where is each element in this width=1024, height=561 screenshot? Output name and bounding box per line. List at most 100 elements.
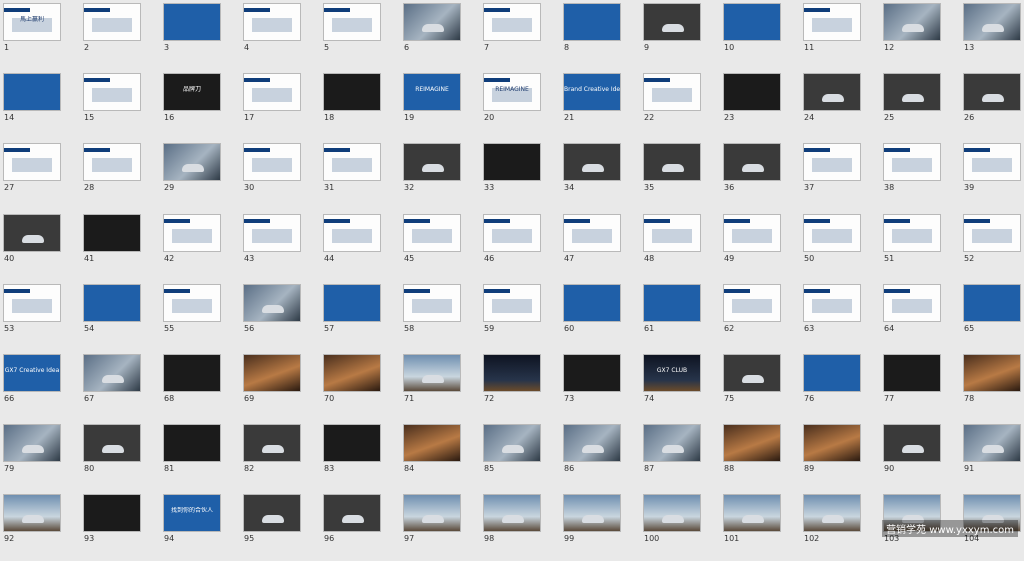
slide-thumbnail-image[interactable] — [483, 424, 541, 463]
slide-thumbnail-item[interactable]: 93 — [80, 491, 160, 561]
slide-thumbnail-image[interactable] — [403, 354, 461, 392]
slide-thumbnail-item[interactable]: 58 — [400, 281, 480, 351]
slide-thumbnail-item[interactable]: 18 — [320, 70, 400, 140]
slide-thumbnail-image[interactable]: Brand Creative Idea — [563, 73, 621, 112]
slide-thumbnail-item[interactable]: 78 — [960, 351, 1024, 421]
slide-thumbnail-item[interactable]: Brand Creative Idea 21 — [560, 70, 640, 140]
slide-thumbnail-image[interactable]: GX7 CLUB — [643, 354, 701, 392]
slide-thumbnail-image[interactable] — [563, 3, 621, 41]
slide-thumbnail-image[interactable] — [403, 494, 461, 533]
slide-thumbnail-image[interactable] — [963, 73, 1021, 112]
slide-thumbnail-item[interactable]: 17 — [240, 70, 320, 140]
slide-thumbnail-item[interactable]: 91 — [960, 421, 1024, 491]
slide-thumbnail-image[interactable] — [723, 494, 781, 533]
slide-thumbnail-item[interactable]: 42 — [160, 211, 240, 281]
slide-thumbnail-image[interactable] — [243, 3, 301, 41]
slide-thumbnail-item[interactable]: 12 — [880, 0, 960, 70]
slide-thumbnail-item[interactable]: 找到你的合伙人 94 — [160, 491, 240, 561]
slide-thumbnail-item[interactable]: 100 — [640, 491, 720, 561]
slide-thumbnail-image[interactable] — [323, 213, 381, 252]
slide-thumbnail-image[interactable] — [83, 3, 141, 41]
slide-thumbnail-item[interactable]: 72 — [480, 351, 560, 421]
slide-thumbnail-item[interactable]: 33 — [480, 140, 560, 210]
slide-thumbnail-item[interactable]: 15 — [80, 70, 160, 140]
slide-thumbnail-item[interactable]: 52 — [960, 211, 1024, 281]
slide-thumbnail-image[interactable] — [883, 283, 941, 322]
slide-thumbnail-image[interactable] — [883, 213, 941, 252]
slide-thumbnail-image[interactable] — [803, 73, 861, 112]
slide-thumbnail-item[interactable]: 92 — [0, 491, 80, 561]
slide-thumbnail-item[interactable]: 31 — [320, 140, 400, 210]
slide-thumbnail-item[interactable]: 57 — [320, 281, 400, 351]
slide-thumbnail-item[interactable]: 75 — [720, 351, 800, 421]
slide-thumbnail-item[interactable]: 23 — [720, 70, 800, 140]
slide-thumbnail-item[interactable]: 56 — [240, 281, 320, 351]
slide-thumbnail-item[interactable]: 81 — [160, 421, 240, 491]
slide-thumbnail-item[interactable]: 41 — [80, 211, 160, 281]
slide-thumbnail-image[interactable] — [483, 3, 541, 41]
slide-thumbnail-item[interactable]: 7 — [480, 0, 560, 70]
slide-thumbnail-item[interactable]: 馬上赢利 1 — [0, 0, 80, 70]
slide-thumbnail-image[interactable] — [3, 494, 61, 533]
slide-thumbnail-item[interactable]: 55 — [160, 281, 240, 351]
slide-thumbnail-item[interactable]: 87 — [640, 421, 720, 491]
slide-thumbnail-image[interactable] — [403, 143, 461, 182]
slide-thumbnail-item[interactable]: 71 — [400, 351, 480, 421]
slide-thumbnail-item[interactable]: 68 — [160, 351, 240, 421]
slide-thumbnail-image[interactable] — [563, 354, 621, 392]
slide-thumbnail-item[interactable]: 2 — [80, 0, 160, 70]
slide-thumbnail-item[interactable]: 26 — [960, 70, 1024, 140]
slide-thumbnail-image[interactable] — [483, 494, 541, 533]
slide-thumbnail-image[interactable] — [243, 143, 301, 182]
slide-thumbnail-item[interactable]: 29 — [160, 140, 240, 210]
slide-thumbnail-item[interactable]: 9 — [640, 0, 720, 70]
slide-thumbnail-image[interactable] — [83, 354, 141, 392]
slide-thumbnail-item[interactable]: REIMAGINE 19 — [400, 70, 480, 140]
slide-thumbnail-item[interactable]: 69 — [240, 351, 320, 421]
slide-thumbnail-item[interactable]: 品牌刀 16 — [160, 70, 240, 140]
slide-thumbnail-item[interactable]: 65 — [960, 281, 1024, 351]
slide-thumbnail-image[interactable] — [803, 283, 861, 322]
slide-thumbnail-image[interactable] — [963, 354, 1021, 392]
slide-thumbnail-image[interactable] — [3, 73, 61, 112]
slide-thumbnail-item[interactable]: 48 — [640, 211, 720, 281]
slide-thumbnail-item[interactable]: 70 — [320, 351, 400, 421]
slide-thumbnail-image[interactable] — [3, 424, 61, 463]
slide-thumbnail-image[interactable] — [403, 3, 461, 41]
slide-thumbnail-item[interactable]: 85 — [480, 421, 560, 491]
slide-thumbnail-image[interactable] — [883, 424, 941, 463]
slide-thumbnail-image[interactable] — [83, 73, 141, 112]
slide-thumbnail-item[interactable]: 51 — [880, 211, 960, 281]
slide-thumbnail-item[interactable]: 99 — [560, 491, 640, 561]
slide-thumbnail-image[interactable] — [963, 424, 1021, 463]
slide-thumbnail-image[interactable] — [83, 213, 141, 252]
slide-thumbnail-item[interactable]: 82 — [240, 421, 320, 491]
slide-thumbnail-item[interactable]: 90 — [880, 421, 960, 491]
slide-thumbnail-item[interactable]: 36 — [720, 140, 800, 210]
slide-thumbnail-item[interactable]: 6 — [400, 0, 480, 70]
slide-thumbnail-item[interactable]: 79 — [0, 421, 80, 491]
slide-thumbnail-image[interactable] — [163, 213, 221, 252]
slide-thumbnail-item[interactable]: 28 — [80, 140, 160, 210]
slide-thumbnail-item[interactable]: 83 — [320, 421, 400, 491]
slide-thumbnail-image[interactable] — [963, 3, 1021, 41]
slide-thumbnail-image[interactable] — [403, 213, 461, 252]
slide-thumbnail-item[interactable]: 88 — [720, 421, 800, 491]
slide-thumbnail-item[interactable]: 80 — [80, 421, 160, 491]
slide-thumbnail-item[interactable]: 84 — [400, 421, 480, 491]
slide-thumbnail-image[interactable] — [563, 424, 621, 463]
slide-thumbnail-image[interactable] — [723, 213, 781, 252]
slide-thumbnail-image[interactable] — [323, 73, 381, 112]
slide-thumbnail-image[interactable] — [803, 354, 861, 392]
slide-thumbnail-item[interactable]: 10 — [720, 0, 800, 70]
slide-thumbnail-image[interactable] — [643, 283, 701, 322]
slide-thumbnail-item[interactable]: 49 — [720, 211, 800, 281]
slide-thumbnail-item[interactable]: 37 — [800, 140, 880, 210]
slide-thumbnail-image[interactable] — [243, 73, 301, 112]
slide-thumbnail-image[interactable] — [883, 143, 941, 182]
slide-thumbnail-item[interactable]: 25 — [880, 70, 960, 140]
slide-thumbnail-item[interactable]: 5 — [320, 0, 400, 70]
slide-thumbnail-image[interactable] — [243, 354, 301, 392]
slide-thumbnail-image[interactable] — [403, 283, 461, 322]
slide-thumbnail-image[interactable] — [643, 143, 701, 182]
